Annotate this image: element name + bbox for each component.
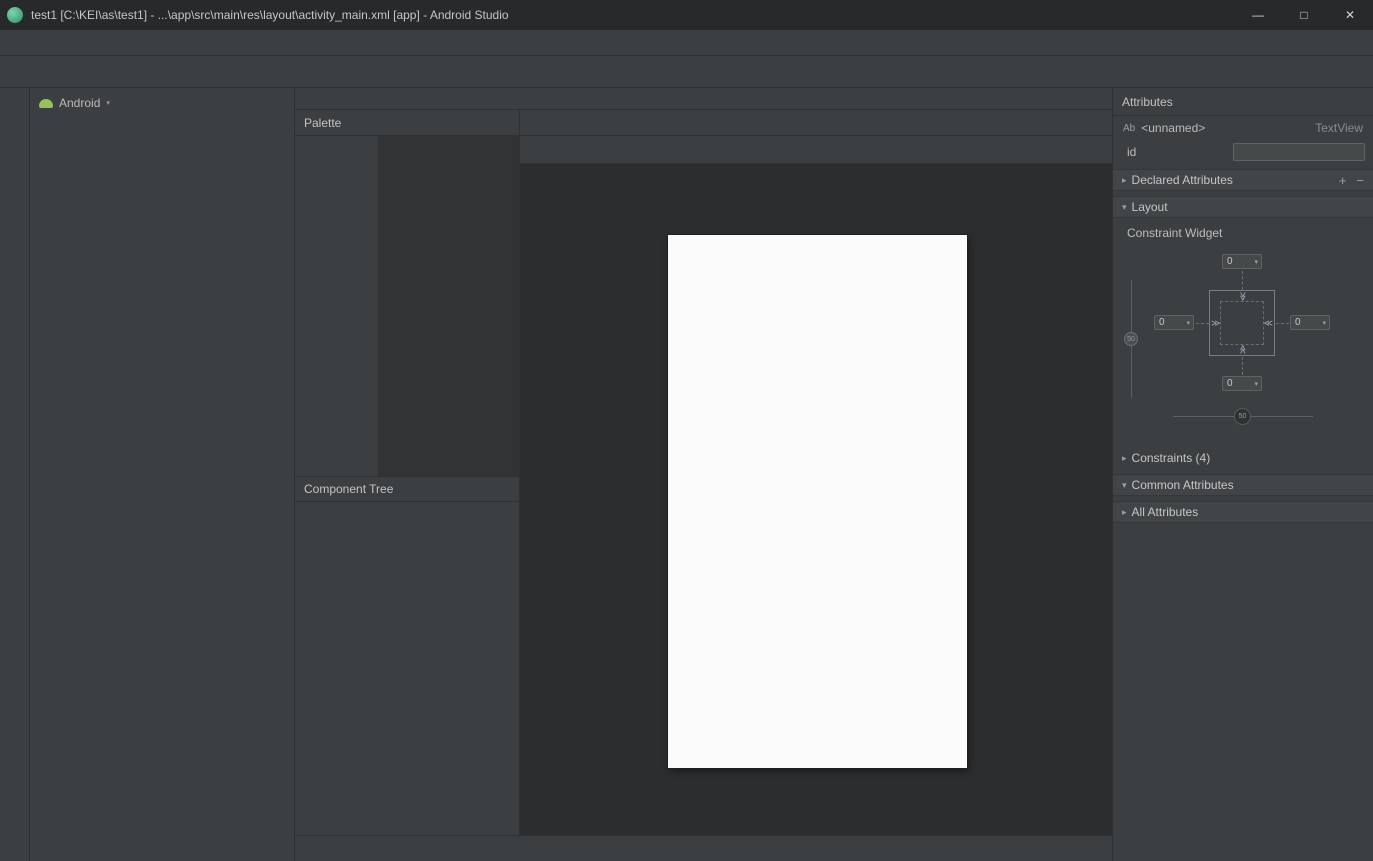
attributes-header: Attributes bbox=[1113, 88, 1373, 116]
editor-tabs bbox=[295, 88, 1112, 110]
selected-component-row: Ab <unnamed> TextView bbox=[1113, 116, 1373, 140]
chevron-right-icon: ▸ bbox=[1122, 507, 1127, 518]
design-toolbar-top bbox=[520, 110, 1112, 136]
component-name: <unnamed> bbox=[1141, 121, 1205, 135]
project-panel: Android ▾ bbox=[30, 88, 295, 861]
section-constraints[interactable]: ▸ Constraints (4) bbox=[1113, 447, 1373, 469]
component-type: TextView bbox=[1315, 121, 1363, 135]
wrap-width-indicator: ≪ bbox=[1264, 319, 1273, 328]
chevron-down-icon: ▾ bbox=[1186, 319, 1193, 327]
palette-header: Palette bbox=[295, 110, 519, 136]
chevron-down-icon: ▾ bbox=[106, 99, 110, 107]
margin-top-dropdown[interactable]: 0▾ bbox=[1222, 254, 1262, 269]
wrap-height-indicator: ≪ bbox=[1238, 345, 1247, 354]
attributes-title: Attributes bbox=[1122, 95, 1354, 109]
project-view-selector[interactable]: Android bbox=[59, 96, 100, 110]
chevron-down-icon: ▾ bbox=[1122, 480, 1127, 491]
project-tree bbox=[30, 118, 294, 120]
vertical-bias-knob[interactable]: 50 bbox=[1124, 332, 1138, 346]
window-title: test1 [C:\KEI\as\test1] - ...\app\src\ma… bbox=[31, 8, 509, 22]
wrap-width-indicator: ≫ bbox=[1211, 319, 1220, 328]
textview-icon: Ab bbox=[1123, 123, 1135, 134]
editor-area: Palette Component Tree bbox=[295, 88, 1113, 861]
window-controls: —□✕ bbox=[1235, 0, 1373, 30]
chevron-down-icon: ▾ bbox=[1122, 202, 1127, 213]
palette-title: Palette bbox=[304, 116, 500, 130]
horizontal-bias-knob[interactable]: 50 bbox=[1234, 408, 1251, 425]
margin-left-dropdown[interactable]: 0▾ bbox=[1154, 315, 1194, 330]
maximize-button[interactable]: □ bbox=[1281, 0, 1327, 30]
remove-attribute-icon[interactable]: − bbox=[1356, 173, 1364, 188]
attr-row-id: id bbox=[1113, 140, 1373, 164]
add-attribute-icon[interactable]: + bbox=[1339, 173, 1347, 188]
chevron-down-icon: ▾ bbox=[1322, 319, 1329, 327]
section-declared-attributes[interactable]: ▸ Declared Attributes + − bbox=[1113, 169, 1373, 191]
android-icon bbox=[39, 99, 53, 108]
constraint-widget-label: Constraint Widget bbox=[1113, 218, 1373, 242]
minimize-button[interactable]: — bbox=[1235, 0, 1281, 30]
navigation-bar bbox=[0, 56, 1373, 88]
component-tree-title: Component Tree bbox=[304, 482, 500, 496]
design-surface[interactable] bbox=[520, 164, 1112, 835]
section-common-attributes[interactable]: ▾ Common Attributes bbox=[1113, 474, 1373, 496]
palette-categories bbox=[295, 136, 379, 476]
project-panel-header: Android ▾ bbox=[30, 88, 294, 118]
chevron-right-icon: ▸ bbox=[1122, 175, 1127, 186]
close-button[interactable]: ✕ bbox=[1327, 0, 1373, 30]
palette-items bbox=[379, 136, 519, 476]
attributes-panel: Attributes Ab <unnamed> TextView id ▸ De… bbox=[1113, 88, 1373, 861]
id-label: id bbox=[1127, 145, 1229, 159]
component-tree bbox=[295, 502, 519, 835]
android-studio-icon bbox=[7, 7, 23, 23]
chevron-down-icon: ▾ bbox=[1254, 380, 1261, 388]
title-bar: test1 [C:\KEI\as\test1] - ...\app\src\ma… bbox=[0, 0, 1373, 30]
design-toolbar-constraints bbox=[520, 136, 1112, 164]
constraint-widget-square[interactable]: ≫ ≪ ≫ ≪ bbox=[1209, 290, 1275, 356]
design-canvas[interactable] bbox=[668, 235, 967, 768]
margin-right-dropdown[interactable]: 0▾ bbox=[1290, 315, 1330, 330]
wrap-height-indicator: ≫ bbox=[1238, 292, 1247, 301]
tool-window-strip bbox=[0, 88, 30, 861]
menu-bar bbox=[0, 30, 1373, 56]
margin-bottom-dropdown[interactable]: 0▾ bbox=[1222, 376, 1262, 391]
chevron-down-icon: ▾ bbox=[1254, 258, 1261, 266]
component-tree-header: Component Tree bbox=[295, 476, 519, 502]
editor-mode-tabs bbox=[295, 835, 1112, 861]
constraint-widget[interactable]: 50 0▾ 0▾ 0▾ 0▾ ≫ ≪ ≫ ≪ 50 bbox=[1113, 244, 1373, 444]
id-input[interactable] bbox=[1233, 143, 1365, 161]
section-layout[interactable]: ▾ Layout bbox=[1113, 196, 1373, 218]
section-all-attributes[interactable]: ▸ All Attributes bbox=[1113, 501, 1373, 523]
chevron-right-icon: ▸ bbox=[1122, 453, 1127, 464]
